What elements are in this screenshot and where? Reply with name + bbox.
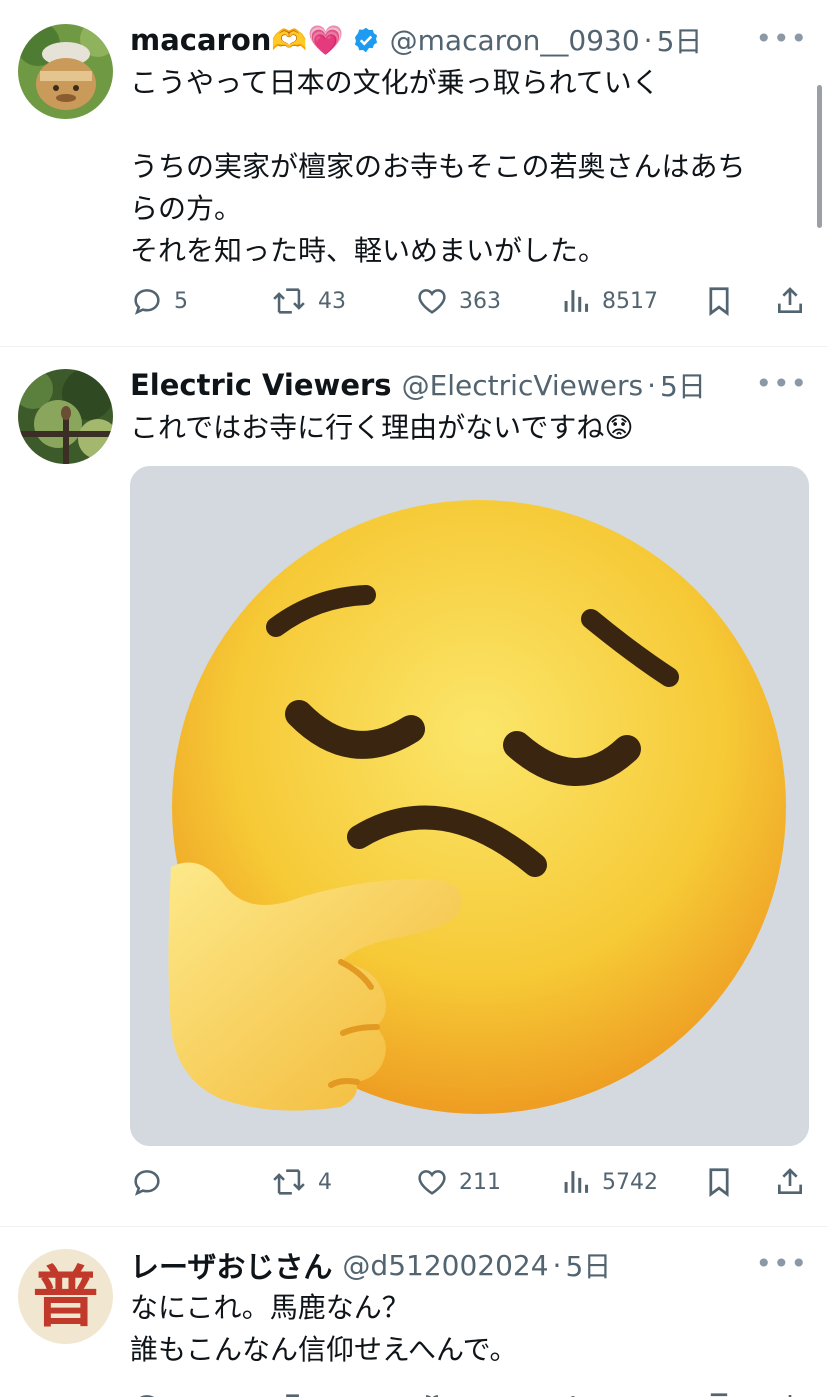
timestamp[interactable]: 5日	[660, 365, 706, 405]
tweet-text-line: らの方。	[130, 192, 243, 225]
tweet-header: レーザおじさん @d512002024 · 5日	[130, 1245, 808, 1285]
like-button[interactable]: 211	[415, 1160, 501, 1204]
reply-button[interactable]	[130, 1385, 164, 1397]
timestamp[interactable]: 5日	[657, 20, 703, 60]
avatar-image	[18, 369, 113, 464]
retweet-button[interactable]	[270, 1385, 308, 1397]
more-options-icon[interactable]: •••	[755, 1247, 808, 1280]
share-icon	[788, 1395, 792, 1397]
like-button[interactable]: 363	[415, 279, 501, 323]
user-handle[interactable]: @ElectricViewers	[402, 369, 644, 402]
tweet-text-line	[130, 104, 804, 146]
verified-badge-icon	[352, 26, 380, 54]
views-icon	[571, 1396, 575, 1397]
user-handle[interactable]: @macaron__0930	[390, 24, 640, 57]
avatar-image	[18, 24, 113, 119]
avatar[interactable]: 普	[18, 1249, 113, 1344]
tweet-text-line: うちの実家が檀家のお寺もそこの若奥さんはあち	[130, 150, 746, 183]
tweet-text: これではお寺に行く理由がないですね😟	[130, 407, 804, 449]
tweet-macaron[interactable]: macaron🫶💗 @macaron__0930 · 5日 ••• こうやって日…	[0, 0, 828, 346]
share-icon	[778, 1168, 802, 1194]
reply-count: 5	[174, 288, 188, 314]
heart-icon	[418, 289, 446, 314]
tweet-actions-partial	[130, 1385, 810, 1397]
retweet-count: 4	[318, 1169, 332, 1195]
tweet-text: こうやって日本の文化が乗っ取られていく うちの実家が檀家のお寺もそこの若奥さんは…	[130, 62, 804, 272]
views-button[interactable]	[562, 1385, 592, 1397]
tweet-header: Electric Viewers @ElectricViewers · 5日	[130, 365, 808, 405]
tweet-laser-ojisan[interactable]: 普 レーザおじさん @d512002024 · 5日 ••• なにこれ。馬鹿なん…	[0, 1227, 828, 1397]
display-name[interactable]: Electric Viewers	[130, 368, 392, 402]
display-name[interactable]: レーザおじさん	[130, 1244, 332, 1286]
reply-icon	[139, 1395, 155, 1397]
bookmark-icon	[710, 1393, 728, 1397]
tweet-text-line: こうやって日本の文化が乗っ取られていく	[130, 66, 660, 99]
bookmark-button[interactable]	[704, 279, 734, 323]
heart-icon	[418, 1170, 446, 1195]
views-icon	[564, 1171, 589, 1193]
retweet-icon	[286, 1394, 299, 1397]
views-count: 5742	[602, 1169, 658, 1195]
display-name[interactable]: macaron🫶💗	[130, 23, 344, 58]
more-options-icon[interactable]: •••	[755, 22, 808, 55]
views-button[interactable]: 5742	[562, 1160, 658, 1204]
tweet-header: macaron🫶💗 @macaron__0930 · 5日	[130, 20, 808, 60]
retweet-button[interactable]: 43	[270, 279, 346, 323]
tweet-text-line: これではお寺に行く理由がないですね😟	[130, 411, 634, 444]
avatar-glyph: 普	[32, 1257, 99, 1336]
share-button[interactable]	[774, 279, 806, 323]
like-count: 363	[459, 288, 501, 314]
reply-icon	[134, 289, 160, 315]
retweet-icon	[273, 288, 305, 314]
tweet-text: なにこれ。馬鹿なん？ 誰もこんなん信仰せえへんで。	[130, 1287, 804, 1371]
separator-dot: ·	[552, 1248, 562, 1282]
bookmark-button[interactable]	[704, 1385, 734, 1397]
bookmark-button[interactable]	[704, 1160, 734, 1204]
views-button[interactable]: 8517	[562, 279, 658, 323]
like-button[interactable]	[415, 1385, 449, 1397]
tweet-text-line: 誰もこんなん信仰せえへんで。	[130, 1333, 518, 1366]
reply-icon	[134, 1170, 160, 1196]
share-button[interactable]	[774, 1385, 806, 1397]
retweet-count: 43	[318, 288, 346, 314]
tweet-actions: 5 43 363 8517	[130, 279, 810, 323]
views-icon	[564, 290, 589, 312]
retweet-icon	[273, 1169, 305, 1195]
tweet-actions: 4 211 5742	[130, 1160, 810, 1204]
separator-dot: ·	[647, 368, 657, 402]
share-icon	[778, 287, 802, 313]
reply-button[interactable]: 5	[130, 279, 188, 323]
retweet-button[interactable]: 4	[270, 1160, 332, 1204]
bookmark-icon	[709, 287, 729, 316]
avatar[interactable]	[18, 369, 113, 464]
more-options-icon[interactable]: •••	[755, 367, 808, 400]
tweet-text-line: なにこれ。馬鹿なん？	[130, 1291, 410, 1324]
separator-dot: ·	[643, 23, 653, 57]
like-count: 211	[459, 1169, 501, 1195]
tweet-media-image[interactable]	[130, 466, 809, 1146]
heart-icon	[426, 1395, 438, 1397]
views-count: 8517	[602, 288, 658, 314]
avatar[interactable]	[18, 24, 113, 119]
bookmark-icon	[709, 1168, 729, 1197]
timestamp[interactable]: 5日	[565, 1245, 611, 1285]
tweet-text-line: それを知った時、軽いめまいがした。	[130, 234, 607, 267]
reply-button[interactable]	[130, 1160, 174, 1204]
thinking-face-emoji-icon	[168, 500, 786, 1114]
user-handle[interactable]: @d512002024	[342, 1249, 548, 1282]
share-button[interactable]	[774, 1160, 806, 1204]
